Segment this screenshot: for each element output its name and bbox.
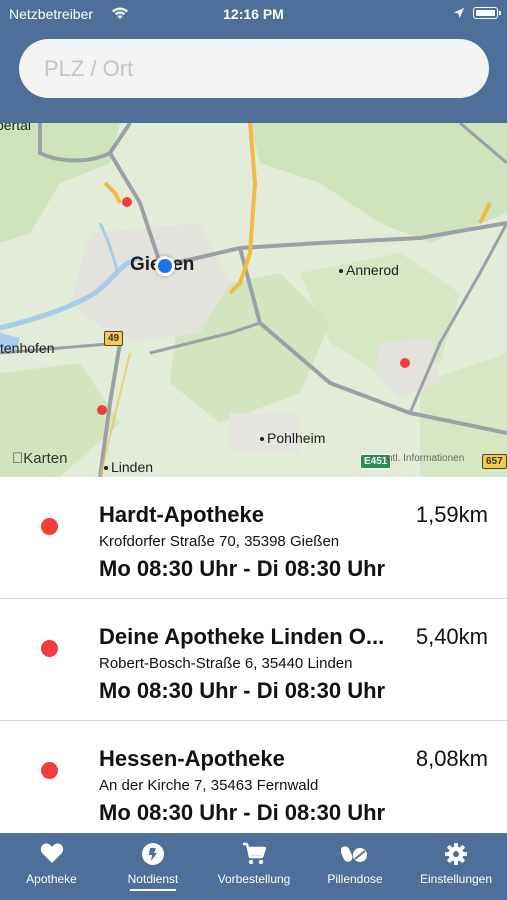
list-item[interactable]: Deine Apotheke Linden O... 5,40km Robert… — [0, 599, 507, 721]
apple-logo-icon:  — [12, 450, 23, 467]
tab-einstellungen[interactable]: Einstellungen — [405, 833, 507, 900]
pharmacy-hours: Mo 08:30 Uhr - Di 08:30 Uhr — [99, 800, 386, 825]
tab-label: Apotheke — [26, 872, 77, 886]
pharmacy-list: Hardt-Apotheke 1,59km Krofdorfer Straße … — [0, 477, 507, 833]
notdienst-icon — [142, 843, 164, 865]
pharmacy-address: Robert-Bosch-Straße 6, 35440 Linden — [99, 655, 353, 672]
search-placeholder: PLZ / Ort — [44, 56, 134, 81]
pharmacy-distance: 1,59km — [415, 502, 488, 527]
pharmacy-name: Hardt-Apotheke — [99, 502, 265, 527]
map-view[interactable]: bertal Gießen Annerod tenhofen Pohlheim … — [0, 123, 507, 477]
road-shield-b49: 49 — [104, 331, 124, 346]
tab-apotheke[interactable]: Apotheke — [0, 833, 103, 900]
map-label-top-left: bertal — [0, 123, 32, 133]
pharmacy-name: Hessen-Apotheke — [99, 746, 285, 771]
user-location-marker — [155, 256, 175, 276]
pharmacy-distance: 8,08km — [415, 746, 488, 771]
status-dot-icon — [41, 518, 58, 535]
legal-link[interactable]: ntl. Informationen — [387, 453, 464, 464]
pharmacy-hours: Mo 08:30 Uhr - Di 08:30 Uhr — [99, 678, 386, 703]
tab-pillendose[interactable]: Pillendose — [305, 833, 405, 900]
map-background — [0, 123, 507, 477]
status-dot-icon — [41, 762, 58, 779]
pharmacy-hours: Mo 08:30 Uhr - Di 08:30 Uhr — [99, 556, 386, 581]
status-bar: Netzbetreiber 12:16 PM — [0, 0, 507, 30]
map-label-pohlheim: Pohlheim — [260, 430, 325, 446]
search-input[interactable]: PLZ / Ort — [19, 39, 489, 98]
battery-icon — [473, 7, 501, 19]
maps-attribution: Karten — [12, 450, 67, 467]
tab-notdienst[interactable]: Notdienst — [103, 833, 203, 900]
map-pharmacy-marker[interactable] — [122, 197, 132, 207]
pharmacy-name: Deine Apotheke Linden O... — [99, 624, 385, 649]
tab-label: Vorbestellung — [217, 872, 291, 886]
map-pharmacy-marker[interactable] — [400, 358, 410, 368]
map-label-heuchelheim: tenhofen — [0, 340, 55, 356]
pharmacy-address: Krofdorfer Straße 70, 35398 Gießen — [99, 533, 340, 550]
tab-label: Pillendose — [327, 872, 383, 886]
pharmacy-address: An der Kirche 7, 35463 Fernwald — [99, 777, 319, 794]
road-shield-a657: 657 — [482, 454, 507, 469]
header: Netzbetreiber 12:16 PM PLZ / Ort — [0, 0, 507, 123]
list-item[interactable]: Hardt-Apotheke 1,59km Krofdorfer Straße … — [0, 477, 507, 599]
tab-label: Notdienst — [127, 872, 179, 886]
status-dot-icon — [41, 640, 58, 657]
tab-label: Einstellungen — [419, 872, 493, 886]
map-label-linden: Linden — [104, 459, 153, 475]
pills-icon — [341, 846, 367, 862]
list-item[interactable]: Hessen-Apotheke 8,08km An der Kirche 7, … — [0, 721, 507, 833]
map-pharmacy-marker[interactable] — [97, 405, 107, 415]
tab-vorbestellung[interactable]: Vorbestellung — [203, 833, 305, 900]
selected-tab-indicator — [130, 889, 176, 891]
gear-icon — [445, 843, 467, 865]
pharmacy-distance: 5,40km — [415, 624, 488, 649]
cart-icon — [243, 842, 266, 865]
map-label-annerod: Annerod — [339, 262, 399, 278]
tab-bar: Apotheke Notdienst Vorbestellung Pillend… — [0, 833, 507, 900]
status-time: 12:16 PM — [223, 6, 284, 22]
location-arrow-icon — [454, 8, 464, 18]
heart-icon — [40, 843, 63, 863]
